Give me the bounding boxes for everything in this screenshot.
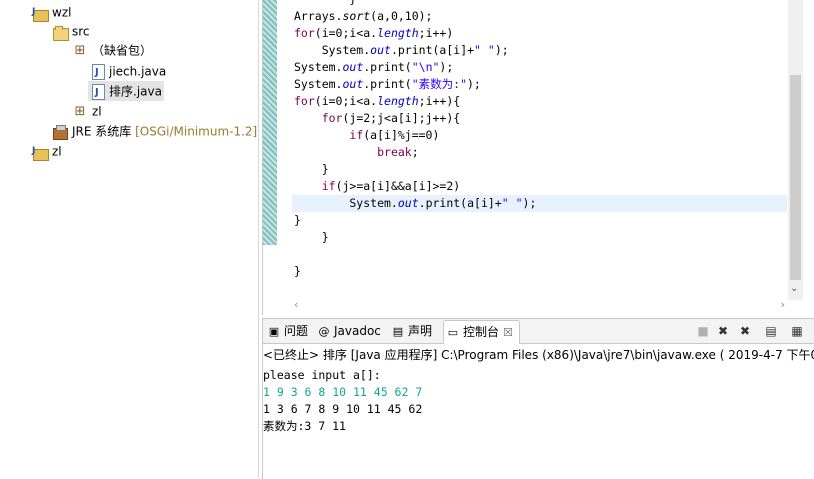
console-header: <已终止> 排序 [Java 应用程序] C:\Program Files (x… [263, 348, 814, 362]
change-ruler [263, 0, 277, 245]
tree-item-label: zl [52, 144, 62, 159]
console-line: 1 3 6 7 8 9 10 11 45 62 [263, 402, 423, 416]
code-line-current: System.out.print(a[i]+" "); [292, 195, 787, 212]
console-line: 素数为:3 7 11 [263, 419, 346, 433]
tree-item-src[interactable]: src [52, 21, 90, 41]
tab-console[interactable]: ▭ 控制台 ☒ [443, 320, 520, 344]
tree-item-label: wzl [52, 5, 72, 20]
problems-icon: ▣ [268, 325, 280, 338]
scroll-left-arrow-icon[interactable]: ‹ [294, 298, 298, 311]
vertical-scrollbar[interactable]: ⌄ [788, 0, 803, 300]
close-tab-icon[interactable]: ☒ [503, 326, 513, 339]
console-icon: ▭ [447, 326, 459, 339]
tree-item-zl-project[interactable]: zl [32, 141, 62, 161]
code-line: System.out.print("素数为:"); [294, 77, 481, 91]
tree-item-label: src [72, 24, 90, 39]
code-line: } [294, 0, 785, 8]
horizontal-scrollbar[interactable]: ‹ › [294, 298, 785, 312]
view-tab-bar: ▣ 问题 @ Javadoc ▤ 声明 ▭ 控制台 ☒ ■ ✖ ✖ ▤ ▦ [263, 319, 814, 344]
tab-label: 问题 [284, 324, 309, 338]
scroll-lock-icon[interactable]: ▦ [789, 323, 805, 339]
scroll-right-arrow-icon[interactable]: › [781, 298, 785, 311]
code-line: for(i=0;i<a.length;i++) [294, 26, 454, 40]
tree-item-label: （缺省包） [92, 43, 153, 58]
code-line: } [294, 162, 329, 176]
tab-problems[interactable]: ▣ 问题 [265, 320, 308, 342]
code-line: System.out.print(a[i]+" "); [294, 43, 509, 57]
tab-declaration[interactable]: ▤ 声明 [389, 320, 432, 342]
code-line: break; [377, 145, 419, 159]
bottom-view-panel: ▣ 问题 @ Javadoc ▤ 声明 ▭ 控制台 ☒ ■ ✖ ✖ ▤ ▦ <已终止> 排… [262, 318, 814, 479]
tab-javadoc[interactable]: @ Javadoc [315, 320, 381, 342]
package-icon: ⊞ [74, 42, 86, 58]
package-icon: ⊞ [74, 103, 86, 119]
java-project-icon [32, 141, 49, 161]
tree-item-paixu-java[interactable]: J 排序.java [88, 81, 164, 101]
package-explorer: wzl src ⊞（缺省包） Jjiech.java J排序.java ⊞zl … [0, 0, 259, 478]
code-line: } [294, 230, 329, 244]
terminate-icon[interactable]: ■ [695, 323, 711, 339]
code-line: if(j>=a[i]&&a[i]>=2) [321, 179, 461, 193]
remove-launch-icon[interactable]: ✖ [715, 323, 731, 339]
code-editor[interactable]: }Arrays.sort(a,0,10);for(i=0;i<a.length;… [262, 0, 814, 315]
tree-item-label: zl [92, 104, 102, 119]
scrollbar-thumb[interactable] [790, 75, 801, 280]
clear-console-icon[interactable]: ▤ [763, 323, 779, 339]
tree-item-label: JRE 系统库 [72, 124, 132, 139]
tree-item-jre-library[interactable]: JRE 系统库 [OSGi/Minimum-1.2] [52, 121, 257, 141]
console-line: please input a[]: [263, 368, 381, 382]
tree-item-label: jiech.java [109, 64, 167, 79]
tree-item-wzl-project[interactable]: wzl [32, 2, 71, 22]
code-line: if(a[i]%j==0) [349, 128, 440, 142]
scroll-down-arrow-icon[interactable]: ⌄ [790, 283, 798, 294]
jre-library-icon [52, 124, 68, 140]
tree-item-decoration: [OSGi/Minimum-1.2] [135, 124, 258, 139]
java-file-icon: J [92, 63, 105, 80]
code-area[interactable]: }Arrays.sort(a,0,10);for(i=0;i<a.length;… [292, 0, 787, 280]
javadoc-icon: @ [318, 325, 330, 338]
java-project-icon [32, 2, 49, 22]
tree-item-jiech-java[interactable]: Jjiech.java [90, 61, 166, 81]
remove-all-terminated-icon[interactable]: ✖ [737, 323, 753, 339]
code-line: for(j=2;j<a[i];j++){ [321, 111, 461, 125]
console-input-line: 1 9 3 6 8 10 11 45 62 7 [263, 385, 423, 399]
tree-item-default-package[interactable]: ⊞ （缺省包） [72, 40, 152, 60]
tree-item-label: 排序.java [109, 84, 162, 99]
code-line: Arrays.sort(a,0,10); [294, 9, 433, 23]
code-line: } [294, 264, 301, 278]
source-folder-icon [52, 24, 69, 41]
tab-label: 控制台 [463, 325, 500, 339]
code-line: for(i=0;i<a.length;i++){ [294, 94, 461, 108]
code-line: } [294, 213, 301, 227]
java-file-icon: J [92, 83, 105, 100]
tab-label: Javadoc [334, 324, 381, 338]
tree-item-zl-package[interactable]: ⊞ zl [72, 101, 102, 121]
code-line: System.out.print("\n"); [294, 60, 454, 74]
declaration-icon: ▤ [392, 325, 404, 338]
console-output[interactable]: please input a[]: 1 9 3 6 8 10 11 45 62 … [263, 367, 814, 435]
tab-label: 声明 [408, 324, 433, 338]
